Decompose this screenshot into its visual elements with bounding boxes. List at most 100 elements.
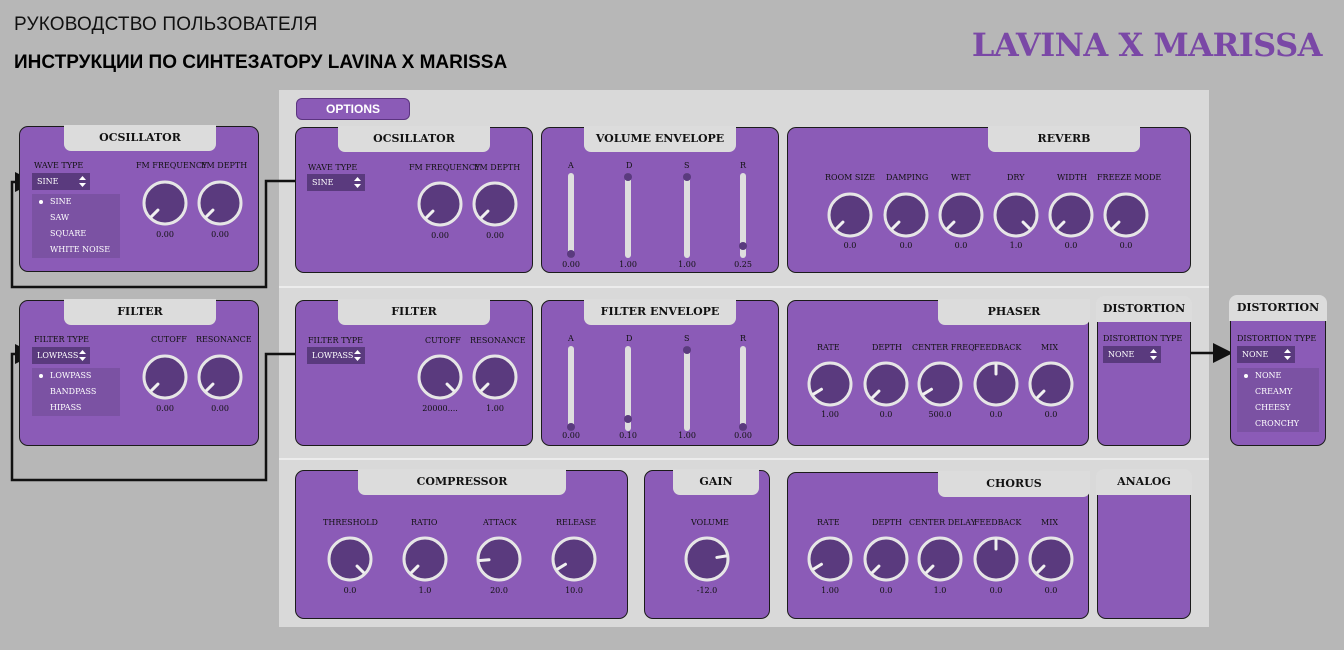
- slider-thumb[interactable]: [739, 423, 747, 431]
- resonance-knob[interactable]: [471, 353, 519, 406]
- dropdown-item-creamy[interactable]: CREAMY: [1237, 384, 1319, 400]
- release-slider[interactable]: [739, 346, 747, 431]
- mix-knob[interactable]: [1027, 535, 1075, 588]
- release-slider[interactable]: [739, 173, 747, 258]
- cutoff-knob[interactable]: [141, 353, 189, 406]
- selected-dot-icon: [39, 374, 43, 378]
- center-delay-knob[interactable]: [916, 535, 964, 588]
- attack-slider[interactable]: [567, 173, 575, 258]
- depth-value: 0.0: [879, 410, 893, 419]
- dropdown-item-saw[interactable]: SAW: [32, 210, 120, 226]
- depth-value: 0.0: [879, 586, 893, 595]
- damping-knob[interactable]: [882, 191, 930, 244]
- dropdown-item-bandpass[interactable]: BANDPASS: [32, 384, 120, 400]
- rate-knob[interactable]: [806, 535, 854, 588]
- knob-dial-icon: [827, 192, 873, 238]
- decay-slider[interactable]: [624, 346, 632, 431]
- dropdown-item-hipass[interactable]: HIPASS: [32, 400, 120, 416]
- distortion-type-label: DISTORTION TYPE: [1103, 334, 1183, 343]
- distortion-type-dropdown: NONE CREAMY CHEESY CRONCHY: [1237, 368, 1319, 432]
- volume-knob[interactable]: [683, 535, 731, 588]
- decay-value: 1.00: [619, 260, 637, 269]
- fm-depth-knob[interactable]: [471, 180, 519, 233]
- rate-value: 1.00: [821, 586, 839, 595]
- feedback-knob[interactable]: [972, 360, 1020, 413]
- release-knob[interactable]: [550, 535, 598, 588]
- feedback-label: FEEDBACK: [974, 343, 1022, 352]
- wave-type-select[interactable]: SINE: [32, 173, 90, 190]
- dropdown-item-label: LOWPASS: [50, 371, 92, 380]
- cutoff-label: CUTOFF: [151, 335, 187, 344]
- filter-type-label: FILTER TYPE: [34, 335, 89, 344]
- knob-dial-icon: [417, 181, 463, 227]
- resonance-label: RESONANCE: [196, 335, 252, 344]
- threshold-knob[interactable]: [326, 535, 374, 588]
- fm-depth-value: 0.00: [211, 230, 229, 239]
- dropdown-item-white-noise[interactable]: WHITE NOISE: [32, 242, 120, 258]
- dropdown-item-lowpass[interactable]: LOWPASS: [32, 368, 120, 384]
- distortion-type-select[interactable]: NONE: [1103, 346, 1161, 363]
- panel-title: OCSILLATOR: [64, 125, 216, 151]
- sustain-label: S: [684, 334, 690, 343]
- slider-thumb[interactable]: [567, 250, 575, 258]
- slider-thumb[interactable]: [624, 173, 632, 181]
- decay-slider[interactable]: [624, 173, 632, 258]
- fm-frequency-knob[interactable]: [141, 179, 189, 232]
- panel-title: REVERB: [988, 126, 1140, 152]
- mix-knob[interactable]: [1027, 360, 1075, 413]
- dry-knob[interactable]: [992, 191, 1040, 244]
- depth-knob[interactable]: [862, 360, 910, 413]
- feedback-knob[interactable]: [972, 535, 1020, 588]
- distortion-type-label: DISTORTION TYPE: [1237, 334, 1317, 343]
- dropdown-item-none[interactable]: NONE: [1237, 368, 1319, 384]
- dropdown-item-sine[interactable]: SINE: [32, 194, 120, 210]
- select-value: NONE: [1242, 350, 1269, 359]
- mix-label: MIX: [1041, 343, 1059, 352]
- knob-dial-icon: [863, 361, 909, 407]
- knob-dial-icon: [938, 192, 984, 238]
- slider-thumb[interactable]: [567, 423, 575, 431]
- wave-type-label: WAVE TYPE: [308, 163, 358, 172]
- sustain-slider[interactable]: [683, 346, 691, 431]
- width-knob[interactable]: [1047, 191, 1095, 244]
- dropdown-item-cheesy[interactable]: CHEESY: [1237, 400, 1319, 416]
- dropdown-item-label: SQUARE: [50, 229, 87, 238]
- attack-slider[interactable]: [567, 346, 575, 431]
- slider-thumb[interactable]: [683, 173, 691, 181]
- filter-type-label: FILTER TYPE: [308, 336, 363, 345]
- freeze-mode-knob[interactable]: [1102, 191, 1150, 244]
- selected-dot-icon: [1244, 374, 1248, 378]
- room-size-knob[interactable]: [826, 191, 874, 244]
- analog-panel: ANALOG: [1096, 469, 1192, 619]
- select-arrows-icon: [354, 350, 361, 361]
- phaser-panel: PHASER RATE 1.00 DEPTH 0.0 CENTER FREQ 5…: [787, 299, 1090, 446]
- panel-title: VOLUME ENVELOPE: [584, 126, 736, 152]
- filter-type-select[interactable]: LOWPASS: [307, 347, 365, 364]
- mix-label: MIX: [1041, 518, 1059, 527]
- fm-depth-knob[interactable]: [196, 179, 244, 232]
- dropdown-item-square[interactable]: SQUARE: [32, 226, 120, 242]
- panel-title: FILTER ENVELOPE: [584, 299, 736, 325]
- cutoff-knob[interactable]: [416, 353, 464, 406]
- ratio-knob[interactable]: [401, 535, 449, 588]
- filter-type-select[interactable]: LOWPASS: [32, 347, 90, 364]
- release-value: 0.00: [734, 431, 752, 440]
- fm-frequency-knob[interactable]: [416, 180, 464, 233]
- ratio-label: RATIO: [411, 518, 438, 527]
- slider-thumb[interactable]: [683, 346, 691, 354]
- knob-indicator: [478, 558, 491, 562]
- attack-knob[interactable]: [475, 535, 523, 588]
- wet-knob[interactable]: [937, 191, 985, 244]
- dropdown-item-cronchy[interactable]: CRONCHY: [1237, 416, 1319, 432]
- select-arrows-icon: [354, 177, 361, 188]
- depth-knob[interactable]: [862, 535, 910, 588]
- sustain-slider[interactable]: [683, 173, 691, 258]
- rate-knob[interactable]: [806, 360, 854, 413]
- rate-label: RATE: [817, 343, 840, 352]
- ratio-value: 1.0: [418, 586, 432, 595]
- center-freq-knob[interactable]: [916, 360, 964, 413]
- knob-indicator: [715, 554, 728, 559]
- distortion-type-select[interactable]: NONE: [1237, 346, 1295, 363]
- resonance-knob[interactable]: [196, 353, 244, 406]
- wave-type-select[interactable]: SINE: [307, 174, 365, 191]
